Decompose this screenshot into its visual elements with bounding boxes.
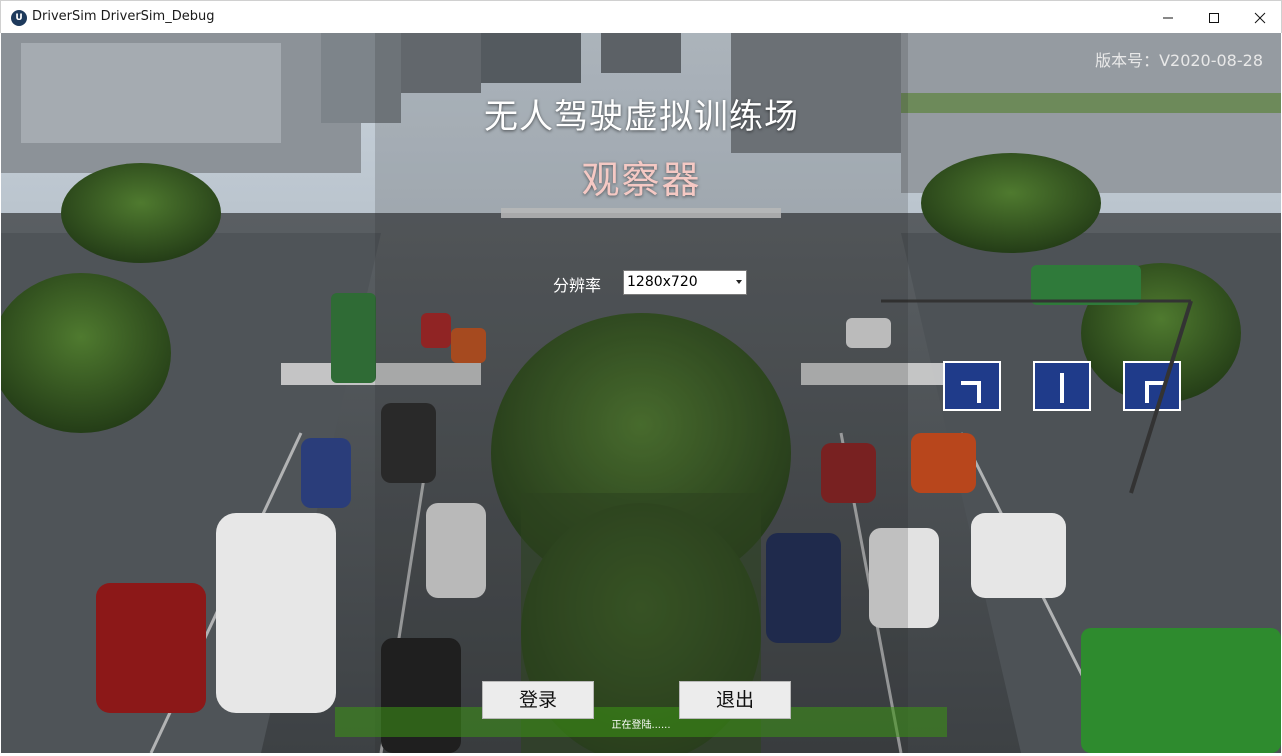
window-title: DriverSim DriverSim_Debug <box>32 9 215 24</box>
version-label: 版本号：V2020-08-28 <box>1095 51 1263 70</box>
app-title: 无人驾驶虚拟训练场 <box>484 97 799 137</box>
login-button[interactable]: 登录 <box>482 681 594 719</box>
resolution-label: 分辨率 <box>553 276 602 295</box>
resolution-dropdown[interactable]: 1280x720 <box>623 270 747 295</box>
resolution-selected-value: 1280x720 <box>627 274 698 290</box>
minimize-button[interactable] <box>1145 1 1191 34</box>
chevron-down-icon <box>736 280 742 284</box>
maximize-icon <box>1209 12 1219 23</box>
minimize-icon <box>1163 17 1173 18</box>
game-viewport: 版本号：V2020-08-28 无人驾驶虚拟训练场 观察器 分辨率 1280x7… <box>1 33 1281 753</box>
center-overlay-panel <box>375 33 908 753</box>
exit-button[interactable]: 退出 <box>679 681 791 719</box>
close-button[interactable] <box>1237 1 1282 34</box>
maximize-button[interactable] <box>1191 1 1237 34</box>
window-title-bar[interactable]: U DriverSim DriverSim_Debug <box>0 0 1282 33</box>
status-text: 正在登陆...... <box>611 720 671 731</box>
unreal-logo-icon: U <box>11 10 27 26</box>
close-icon <box>1254 12 1266 23</box>
app-subtitle: 观察器 <box>581 158 702 202</box>
